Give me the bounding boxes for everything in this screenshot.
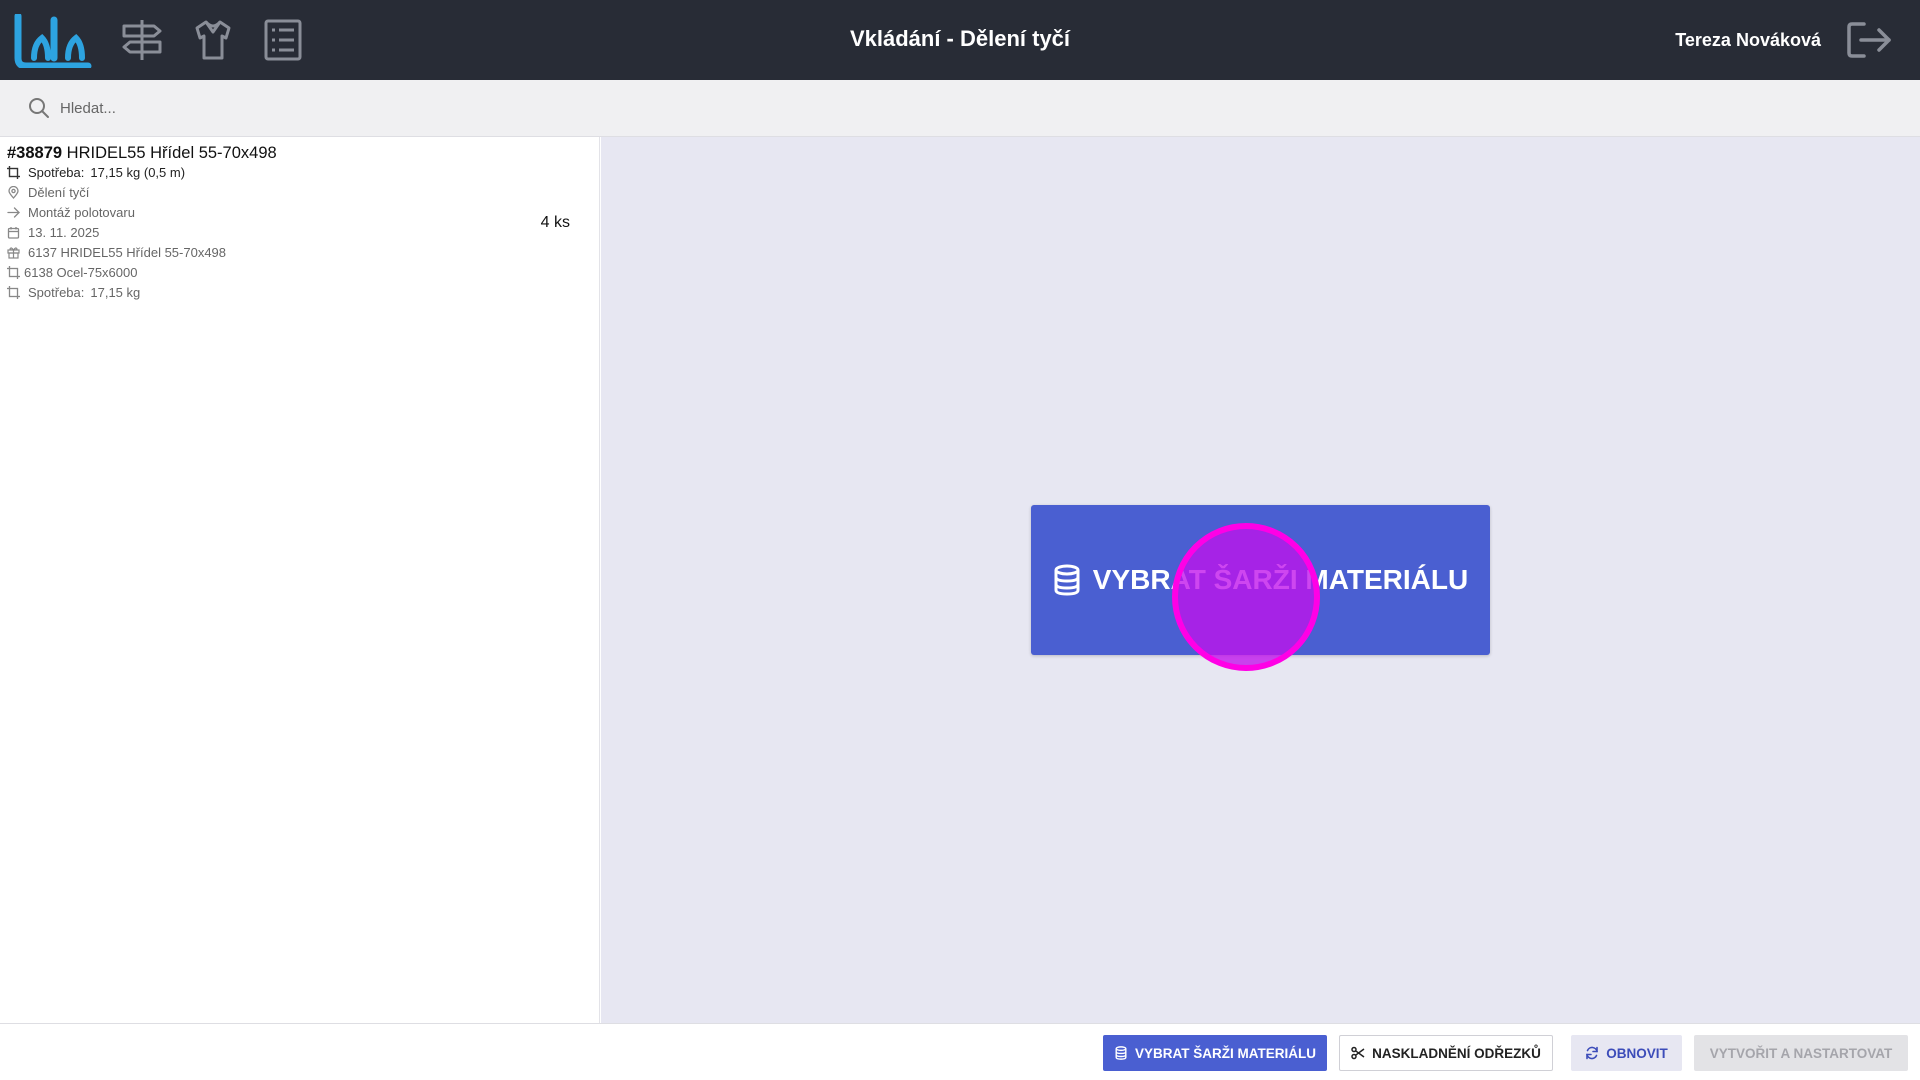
- footer-select-batch-label: VYBRAT ŠARŽI MATERIÁLU: [1135, 1045, 1316, 1061]
- refresh-icon: [1586, 1046, 1599, 1060]
- select-batch-button[interactable]: VYBRAT ŠARŽI MATERIÁLU: [1031, 505, 1490, 655]
- order-name: HRIDEL55 Hřídel 55-70x498: [66, 144, 277, 162]
- footer-select-batch-button[interactable]: VYBRAT ŠARŽI MATERIÁLU: [1103, 1035, 1327, 1071]
- database-icon: [1115, 1046, 1127, 1060]
- store-offcuts-button[interactable]: NASKLADNĚNÍ ODŘEZKŮ: [1339, 1035, 1553, 1071]
- user-name: Tereza Nováková: [1675, 30, 1821, 50]
- scissors-icon: [1351, 1046, 1365, 1060]
- material-consumption-label: Spotřeba:: [28, 284, 85, 300]
- dimension-icon: [7, 265, 20, 279]
- main-area: VYBRAT ŠARŽI MATERIÁLU: [601, 137, 1920, 1023]
- product-row: 6137 HRIDEL55 Hřídel 55-70x498: [7, 243, 226, 261]
- material-text: 6138 Ocel-75x6000: [24, 264, 138, 280]
- logout-icon[interactable]: [1846, 20, 1892, 60]
- material-consumption-row: Spotřeba: 17,15 kg: [7, 283, 140, 301]
- bottom-action-bar: VYBRAT ŠARŽI MATERIÁLU NASKLADNĚNÍ ODŘEZ…: [0, 1023, 1920, 1080]
- arrow-right-icon: [7, 206, 20, 218]
- operation-row: Dělení tyčí: [7, 183, 89, 201]
- select-batch-label: VYBRAT ŠARŽI MATERIÁLU: [1092, 564, 1469, 595]
- order-quantity: 4 ks: [540, 214, 570, 231]
- create-and-start-button[interactable]: VYTVOŘIT A NASTARTOVAT: [1694, 1035, 1908, 1071]
- operation-text: Dělení tyčí: [28, 184, 90, 200]
- gift-box-icon: [7, 246, 20, 259]
- top-bar: Vkládání - Dělení tyčí Tereza Nováková: [0, 0, 1920, 80]
- location-pin-icon: [8, 185, 19, 199]
- search-icon: [29, 98, 49, 118]
- next-operation-row: Montáž polotovaru: [7, 203, 135, 221]
- dimension-icon: [7, 285, 20, 299]
- next-operation-text: Montáž polotovaru: [28, 204, 135, 220]
- consumption-value: 17,15 kg (0,5 m): [90, 164, 186, 180]
- store-offcuts-label: NASKLADNĚNÍ ODŘEZKŮ: [1372, 1045, 1541, 1061]
- app-logo[interactable]: [14, 14, 94, 68]
- material-row: 6138 Ocel-75x6000: [7, 263, 137, 281]
- dimension-icon: [7, 165, 20, 179]
- search-input[interactable]: [60, 92, 660, 124]
- refresh-button[interactable]: OBNOVIT: [1571, 1035, 1682, 1071]
- consumption-row: Spotřeba: 17,15 kg (0,5 m): [7, 163, 185, 181]
- checklist-icon[interactable]: [261, 18, 305, 62]
- shirt-icon[interactable]: [191, 18, 235, 62]
- date-row: 13. 11. 2025: [7, 223, 99, 241]
- database-icon: [1054, 564, 1080, 596]
- consumption-label: Spotřeba:: [28, 164, 85, 180]
- refresh-label: OBNOVIT: [1606, 1045, 1668, 1061]
- order-list: #38879 HRIDEL55 Hřídel 55-70x498 Spotřeb…: [0, 137, 600, 1023]
- product-text: 6137 HRIDEL55 Hřídel 55-70x498: [28, 244, 227, 260]
- search-bar: [0, 80, 1920, 137]
- calendar-icon: [7, 226, 20, 239]
- list-item[interactable]: #38879 HRIDEL55 Hřídel 55-70x498 Spotřeb…: [0, 137, 600, 307]
- order-number: #38879: [7, 144, 63, 162]
- material-consumption-value: 17,15 kg: [90, 284, 141, 300]
- order-title: #38879 HRIDEL55 Hřídel 55-70x498: [7, 144, 277, 163]
- date-text: 13. 11. 2025: [28, 224, 100, 240]
- create-and-start-label: VYTVOŘIT A NASTARTOVAT: [1709, 1045, 1893, 1061]
- signpost-icon[interactable]: [120, 18, 164, 62]
